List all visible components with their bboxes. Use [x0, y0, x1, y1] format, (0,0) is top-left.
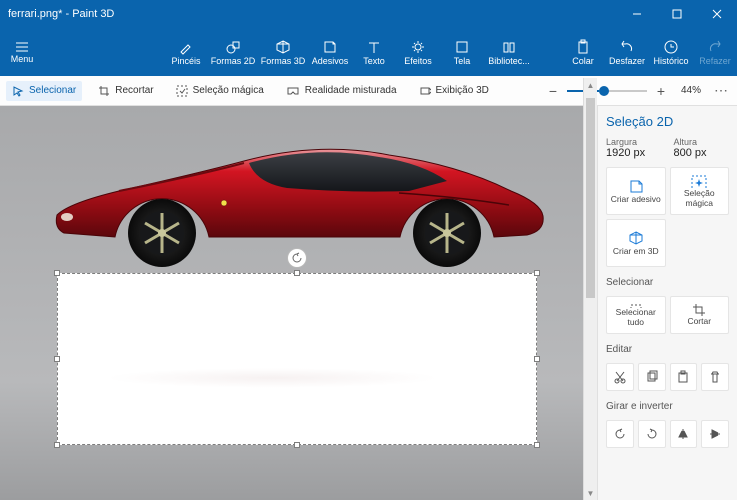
height-value[interactable]: 800 px: [674, 147, 730, 159]
tab-text[interactable]: Texto: [352, 28, 396, 76]
scroll-down-icon[interactable]: ▼: [584, 486, 597, 500]
close-button[interactable]: [697, 0, 737, 28]
zoom-value[interactable]: 44%: [681, 85, 701, 96]
zoom-out-button[interactable]: −: [545, 83, 561, 99]
titlebar: ferrari.png* - Paint 3D: [0, 0, 737, 28]
tab-canvas[interactable]: Tela: [440, 28, 484, 76]
selection-rectangle[interactable]: [57, 273, 537, 445]
more-button[interactable]: ⋯: [711, 82, 731, 99]
resize-handle-ml[interactable]: [54, 356, 60, 362]
toolbar: Selecionar Recortar Seleção mágica Reali…: [0, 76, 737, 106]
canvas-content: [105, 368, 440, 388]
tool-mixed-reality[interactable]: Realidade misturada: [280, 81, 403, 100]
tool-select-label: Selecionar: [29, 85, 76, 96]
menu-label: Menu: [11, 55, 34, 64]
tab-library[interactable]: Bibliotec...: [484, 28, 534, 76]
resize-handle-br[interactable]: [534, 442, 540, 448]
minimize-button[interactable]: [617, 0, 657, 28]
select-header: Selecionar: [606, 277, 729, 288]
rotate-header: Girar e inverter: [606, 401, 729, 412]
rotate-ccw-button[interactable]: [606, 420, 634, 448]
magic-select-button[interactable]: Seleção mágica: [670, 167, 730, 215]
select-all-button[interactable]: Selecionar tudo: [606, 296, 666, 334]
make-3d-button[interactable]: Criar em 3D: [606, 219, 666, 267]
tool-3d-view[interactable]: Exibição 3D: [413, 81, 495, 101]
vertical-scrollbar[interactable]: ▲ ▼: [583, 78, 597, 500]
window-title: ferrari.png* - Paint 3D: [0, 8, 617, 20]
edit-header: Editar: [606, 344, 729, 355]
flip-horizontal-button[interactable]: [670, 420, 698, 448]
cut-button[interactable]: [606, 363, 634, 391]
crop-button[interactable]: Cortar: [670, 296, 730, 334]
paste-panel-button[interactable]: [670, 363, 698, 391]
delete-button[interactable]: [701, 363, 729, 391]
width-label: Largura: [606, 137, 662, 147]
width-value[interactable]: 1920 px: [606, 147, 662, 159]
paste-button[interactable]: Colar: [561, 28, 605, 76]
undo-button[interactable]: Desfazer: [605, 28, 649, 76]
tool-select[interactable]: Selecionar: [6, 81, 82, 101]
tab-3d-shapes[interactable]: Formas 3D: [258, 28, 308, 76]
tab-2d-shapes[interactable]: Formas 2D: [208, 28, 258, 76]
make-sticker-button[interactable]: Criar adesivo: [606, 167, 666, 215]
flip-vertical-button[interactable]: [701, 420, 729, 448]
zoom-slider[interactable]: [567, 90, 647, 92]
resize-handle-bl[interactable]: [54, 442, 60, 448]
resize-handle-tl[interactable]: [54, 270, 60, 276]
tool-magic-select[interactable]: Seleção mágica: [170, 81, 270, 101]
resize-handle-tc[interactable]: [294, 270, 300, 276]
copy-button[interactable]: [638, 363, 666, 391]
tab-effects[interactable]: Efeitos: [396, 28, 440, 76]
tab-stickers[interactable]: Adesivos: [308, 28, 352, 76]
panel-title: Seleção 2D: [606, 114, 729, 129]
zoom-in-button[interactable]: +: [653, 83, 669, 99]
tab-brushes[interactable]: Pincéis: [164, 28, 208, 76]
side-panel: Seleção 2D Largura 1920 px Altura 800 px…: [597, 106, 737, 500]
scroll-up-icon[interactable]: ▲: [584, 78, 597, 92]
resize-handle-bc[interactable]: [294, 442, 300, 448]
rotate-cw-button[interactable]: [638, 420, 666, 448]
ribbon: Menu Pincéis Formas 2D Formas 3D Adesivo…: [0, 28, 737, 76]
height-label: Altura: [674, 137, 730, 147]
canvas-area[interactable]: [0, 106, 597, 500]
history-button[interactable]: Histórico: [649, 28, 693, 76]
redo-button[interactable]: Refazer: [693, 28, 737, 76]
resize-handle-mr[interactable]: [534, 356, 540, 362]
resize-handle-tr[interactable]: [534, 270, 540, 276]
tool-crop[interactable]: Recortar: [92, 81, 159, 101]
rotate-handle[interactable]: [287, 248, 307, 268]
maximize-button[interactable]: [657, 0, 697, 28]
scrollbar-thumb[interactable]: [586, 98, 595, 298]
menu-button[interactable]: Menu: [0, 28, 44, 76]
